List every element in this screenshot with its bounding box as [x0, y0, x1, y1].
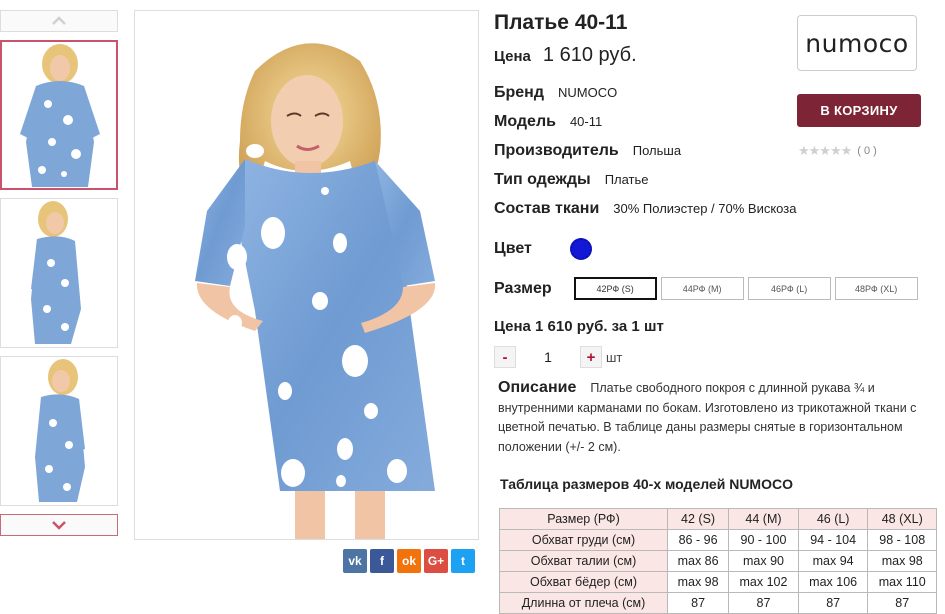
table-header-cell: Размер (РФ) — [499, 508, 668, 530]
table-header-cell: 42 (S) — [666, 508, 730, 530]
thumbnail-image — [1, 357, 117, 505]
dress-photo — [135, 11, 478, 539]
product-description: Описание Платье свободного покроя с длинн… — [498, 378, 938, 457]
table-cell: max 106 — [797, 571, 869, 593]
size-option-42[interactable]: 42РФ (S) — [573, 277, 657, 300]
table-cell: max 86 — [666, 550, 730, 572]
thumbnail-image — [1, 199, 117, 347]
chevron-up-icon — [52, 16, 66, 25]
size-label: Размер — [494, 279, 552, 297]
add-to-cart-button[interactable]: В КОРЗИНУ — [797, 94, 921, 127]
spec-model: Модель 40-11 — [494, 113, 602, 131]
color-label: Цвет — [494, 240, 532, 257]
thumbnail-gallery — [0, 10, 118, 536]
table-row-label: Длинна от плеча (см) — [499, 592, 668, 614]
product-page: vk f ok G+ t Платье 40-11 Цена 1 610 руб… — [0, 0, 945, 614]
table-cell: max 98 — [867, 550, 937, 572]
thumbnail-image — [2, 42, 116, 188]
size-selector: Размер 42РФ (S) 44РФ (M) 46РФ (L) 48РФ (… — [494, 277, 922, 300]
spec-manufacturer: Производитель Польша — [494, 142, 681, 160]
table-cell: 87 — [797, 592, 869, 614]
table-header-cell: 44 (M) — [728, 508, 799, 530]
rating[interactable]: ★★★★★ ( 0 ) — [798, 143, 877, 159]
table-cell: max 102 — [728, 571, 799, 593]
size-option-48[interactable]: 48РФ (XL) — [834, 277, 918, 300]
table-cell: 98 - 108 — [867, 529, 937, 551]
table-header-cell: 48 (XL) — [867, 508, 937, 530]
quantity-increase-button[interactable]: + — [580, 346, 602, 368]
spec-value: NUMOCO — [558, 85, 618, 100]
chevron-down-icon — [52, 521, 66, 530]
facebook-icon[interactable]: f — [370, 549, 394, 573]
google-plus-icon[interactable]: G+ — [424, 549, 448, 573]
spec-clothing-type: Тип одежды Платье — [494, 171, 649, 189]
spec-label: Бренд — [494, 84, 544, 101]
table-cell: max 98 — [666, 571, 730, 593]
price-label: Цена — [494, 48, 531, 65]
table-cell: 87 — [666, 592, 730, 614]
color-swatch-blue[interactable] — [569, 238, 592, 260]
table-cell: max 90 — [728, 550, 799, 572]
size-option-44[interactable]: 44РФ (M) — [660, 277, 744, 300]
spec-value: 40-11 — [569, 114, 603, 129]
spec-label: Производитель — [494, 142, 619, 159]
thumbnail-1[interactable] — [0, 40, 118, 190]
table-cell: 90 - 100 — [728, 529, 799, 551]
spec-label: Состав ткани — [494, 200, 600, 217]
thumbnail-2[interactable] — [0, 198, 118, 348]
vk-icon[interactable]: vk — [343, 549, 367, 573]
quantity-decrease-button[interactable]: - — [494, 346, 516, 368]
table-row-label: Обхват талии (см) — [499, 550, 668, 572]
quantity-stepper: - 1 + шт — [494, 346, 622, 368]
thumbnail-scroll-down-button[interactable] — [0, 514, 118, 536]
rating-count: ( 0 ) — [857, 145, 877, 157]
price-value: 1 610 руб. — [542, 44, 637, 66]
size-table-title: Таблица размеров 40-х моделей NUMOCO — [500, 476, 793, 492]
twitter-icon[interactable]: t — [451, 549, 475, 573]
price-line: Цена 1 610 руб. — [494, 44, 637, 67]
spec-brand: Бренд NUMOCO — [494, 84, 617, 102]
share-buttons: vk f ok G+ t — [343, 549, 475, 573]
table-row-label: Обхват бёдер (см) — [499, 571, 668, 593]
table-row-label: Обхват груди (см) — [499, 529, 668, 551]
table-row: Обхват талии (см) max 86 max 90 max 94 m… — [499, 550, 937, 572]
table-row: Обхват бёдер (см) max 98 max 102 max 106… — [499, 571, 937, 593]
spec-value: 30% Полиэстер / 70% Вискоза — [613, 201, 797, 216]
product-title: Платье 40-11 — [494, 11, 628, 34]
size-table: Размер (РФ) 42 (S) 44 (M) 46 (L) 48 (XL)… — [499, 508, 937, 614]
table-cell: max 94 — [797, 550, 869, 572]
rating-stars-icon: ★★★★★ — [798, 143, 852, 158]
size-option-46[interactable]: 46РФ (L) — [747, 277, 831, 300]
table-header-row: Размер (РФ) 42 (S) 44 (M) 46 (L) 48 (XL) — [499, 508, 937, 530]
table-row: Длинна от плеча (см) 87 87 87 87 — [499, 592, 937, 614]
table-cell: 94 - 104 — [797, 529, 869, 551]
quantity-unit: шт — [606, 349, 623, 365]
spec-fabric: Состав ткани 30% Полиэстер / 70% Вискоза — [494, 200, 796, 218]
spec-label: Модель — [494, 113, 556, 130]
table-cell: 87 — [728, 592, 799, 614]
main-product-image[interactable] — [134, 10, 479, 540]
description-label: Описание — [498, 379, 577, 396]
spec-label: Тип одежды — [494, 171, 591, 188]
quantity-value[interactable]: 1 — [516, 349, 580, 365]
brand-logo[interactable]: numoco — [797, 15, 917, 71]
table-cell: 86 - 96 — [666, 529, 730, 551]
table-row: Обхват груди (см) 86 - 96 90 - 100 94 - … — [499, 529, 937, 551]
unit-price: Цена 1 610 руб. за 1 шт — [494, 318, 664, 335]
odnoklassniki-icon[interactable]: ok — [397, 549, 421, 573]
table-cell: max 110 — [867, 571, 937, 593]
table-cell: 87 — [867, 592, 937, 614]
spec-value: Платье — [604, 172, 649, 187]
spec-value: Польша — [632, 143, 682, 158]
thumbnail-scroll-up-button[interactable] — [0, 10, 118, 32]
thumbnail-3[interactable] — [0, 356, 118, 506]
table-header-cell: 46 (L) — [797, 508, 869, 530]
color-selector: Цвет — [494, 238, 592, 260]
